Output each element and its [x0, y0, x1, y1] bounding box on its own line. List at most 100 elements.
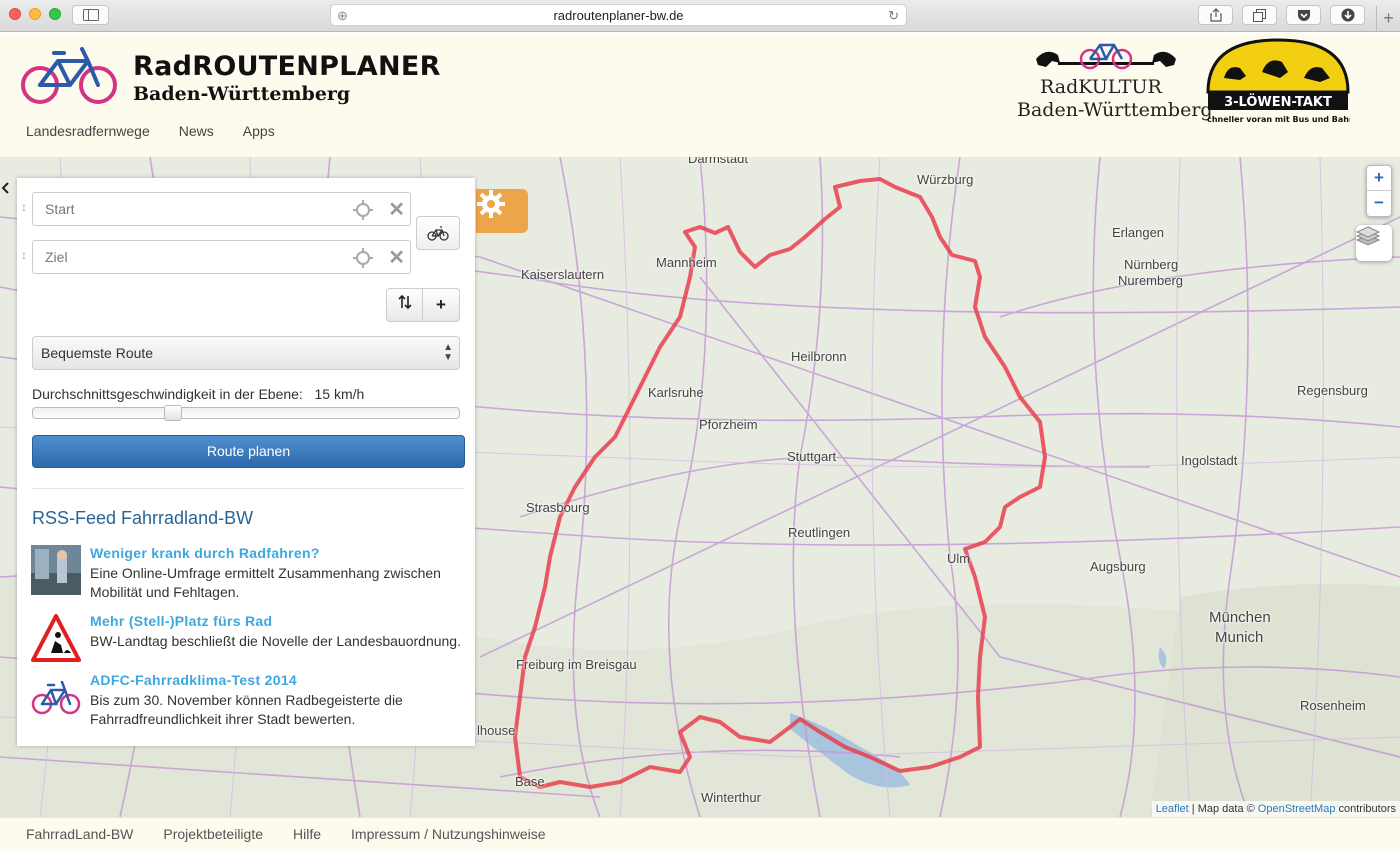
bicycle-icon — [427, 226, 449, 241]
footer-link-impressum[interactable]: Impressum / Nutzungshinweise — [351, 826, 546, 842]
select-arrows-icon: ▲ ▼ — [443, 342, 453, 363]
city-label: Strasbourg — [526, 500, 590, 515]
city-label: Ingolstadt — [1181, 453, 1238, 468]
city-label: Pforzheim — [699, 417, 758, 432]
speed-slider-handle[interactable] — [163, 405, 182, 421]
layers-button[interactable] — [1356, 225, 1392, 261]
new-tab-button[interactable]: + — [1376, 6, 1400, 32]
pocket-button[interactable] — [1286, 5, 1321, 25]
rss-item-title[interactable]: Weniger krank durch Radfahren? — [90, 545, 320, 561]
attribution-text: | Map data © — [1191, 803, 1255, 815]
route-type-select[interactable]: Bequemste Route ▲ ▼ — [32, 336, 460, 370]
drag-handle-icon[interactable]: ↕ — [21, 248, 27, 262]
clear-ziel-icon[interactable]: ✕ — [388, 248, 405, 268]
rss-item-title[interactable]: Mehr (Stell-)Platz fürs Rad — [90, 613, 272, 629]
city-label: Würzburg — [917, 172, 974, 187]
layers-icon — [1356, 226, 1380, 246]
ziel-input[interactable] — [33, 241, 333, 273]
reload-icon[interactable]: ↻ — [888, 5, 899, 26]
brand-title[interactable]: RadROUTENPLANER — [133, 51, 441, 82]
bike-logo-icon — [31, 680, 81, 715]
footer-link-fahrradland[interactable]: FahrradLand-BW — [26, 826, 133, 842]
start-waypoint: ✕ — [32, 192, 411, 226]
collapse-panel-button[interactable] — [0, 181, 16, 205]
city-label: lhouse — [477, 723, 516, 738]
zoom-in-button[interactable]: + — [1367, 166, 1391, 191]
rss-item[interactable]: ADFC-Fahrradklima-Test 2014 Bis zum 30. … — [31, 672, 461, 727]
speed-label: Durchschnittsgeschwindigkeit in der Eben… — [32, 386, 364, 402]
download-icon — [1341, 8, 1354, 22]
site-header: RadROUTENPLANER Baden-Württemberg Landes… — [0, 33, 1400, 157]
city-label: Mannheim — [656, 255, 717, 270]
city-label: München — [1209, 609, 1271, 626]
city-label: Ulm — [947, 551, 971, 566]
minimize-window-button[interactable] — [29, 8, 41, 20]
footer-link-hilfe[interactable]: Hilfe — [293, 826, 321, 842]
loewen-title: 3-LÖWEN-TAKT — [1224, 94, 1332, 110]
add-waypoint-button[interactable]: + — [423, 288, 460, 322]
locate-icon[interactable] — [352, 247, 374, 269]
downloads-button[interactable] — [1330, 5, 1365, 25]
chevron-left-icon — [1, 182, 9, 194]
share-button[interactable] — [1198, 5, 1233, 25]
city-label: Freiburg im Breisgau — [516, 657, 637, 672]
nav-apps[interactable]: Apps — [243, 123, 275, 139]
rss-item-desc: Bis zum 30. November können Radbegeister… — [90, 692, 403, 727]
zoom-out-button[interactable]: − — [1367, 191, 1391, 216]
url-text: radroutenplaner-bw.de — [553, 8, 684, 23]
add-bookmark-icon[interactable]: ⊕ — [337, 5, 348, 26]
city-label: Nürnberg — [1124, 257, 1179, 272]
osm-link[interactable]: OpenStreetMap — [1258, 803, 1336, 815]
drag-handle-icon[interactable]: ↕ — [21, 200, 27, 214]
city-label: Kaiserslautern — [521, 267, 605, 282]
bike-logo[interactable] — [20, 43, 120, 105]
settings-button[interactable] — [476, 189, 528, 233]
route-panel: ↕ ✕ ↕ ✕ + Bequemste Route ▲▼ Durchschnit… — [17, 178, 475, 746]
address-bar[interactable]: ⊕ radroutenplaner-bw.de ↻ — [330, 4, 907, 26]
swap-icon — [397, 294, 412, 310]
rss-item[interactable]: Mehr (Stell-)Platz fürs Rad BW-Landtag b… — [31, 613, 461, 663]
city-label: Regensburg — [1297, 383, 1368, 398]
ziel-waypoint: ✕ — [32, 240, 411, 274]
nav-landesradfernwege[interactable]: Landesradfernwege — [26, 123, 150, 139]
sidebar-icon — [82, 9, 99, 21]
footer-link-projektbeteiligte[interactable]: Projektbeteiligte — [163, 826, 263, 842]
tabs-overview-button[interactable] — [1242, 5, 1277, 25]
sidebar-toggle-button[interactable] — [72, 5, 109, 25]
city-label: Nuremberg — [1118, 273, 1184, 288]
city-label: Base — [515, 774, 545, 789]
city-label: Reutlingen — [788, 525, 851, 540]
share-icon — [1209, 8, 1222, 22]
bike-profile-button[interactable] — [416, 216, 460, 250]
city-label: Winterthur — [701, 790, 761, 805]
attribution-contributors: contributors — [1338, 803, 1396, 815]
zoom-window-button[interactable] — [49, 8, 61, 20]
drei-loewen-takt-logo[interactable]: 3-LÖWEN-TAKT Schneller voran mit Bus und… — [1206, 38, 1350, 128]
rss-item-desc: BW-Landtag beschließt die Novelle der La… — [90, 633, 461, 649]
tabs-icon — [1253, 8, 1266, 22]
close-window-button[interactable] — [9, 8, 21, 20]
main-nav: Landesradfernwege News Apps — [26, 123, 275, 139]
speed-slider[interactable] — [32, 405, 460, 421]
nav-news[interactable]: News — [179, 123, 214, 139]
news-photo — [31, 545, 81, 595]
leaflet-link[interactable]: Leaflet — [1156, 803, 1189, 815]
waypoint-actions: + — [386, 288, 460, 322]
site-footer: FahrradLand-BW Projektbeteiligte Hilfe I… — [0, 817, 1400, 849]
city-label: Munich — [1215, 629, 1264, 646]
gear-icon — [477, 190, 505, 218]
start-input[interactable] — [33, 193, 333, 225]
divider — [32, 488, 465, 489]
city-label: Augsburg — [1090, 559, 1146, 574]
rss-feed-title[interactable]: RSS-Feed Fahrradland-BW — [32, 508, 253, 529]
rss-item-title[interactable]: ADFC-Fahrradklima-Test 2014 — [90, 672, 297, 688]
route-planen-button[interactable]: Route planen — [32, 435, 465, 468]
speed-label-text: Durchschnittsgeschwindigkeit in der Eben… — [32, 386, 303, 402]
city-label: Heilbronn — [791, 349, 847, 364]
pocket-icon — [1297, 9, 1310, 21]
reverse-route-button[interactable] — [386, 288, 423, 322]
rss-item[interactable]: Weniger krank durch Radfahren? Eine Onli… — [31, 545, 461, 600]
locate-icon[interactable] — [352, 199, 374, 221]
speed-value: 15 km/h — [314, 386, 365, 402]
clear-start-icon[interactable]: ✕ — [388, 200, 405, 220]
